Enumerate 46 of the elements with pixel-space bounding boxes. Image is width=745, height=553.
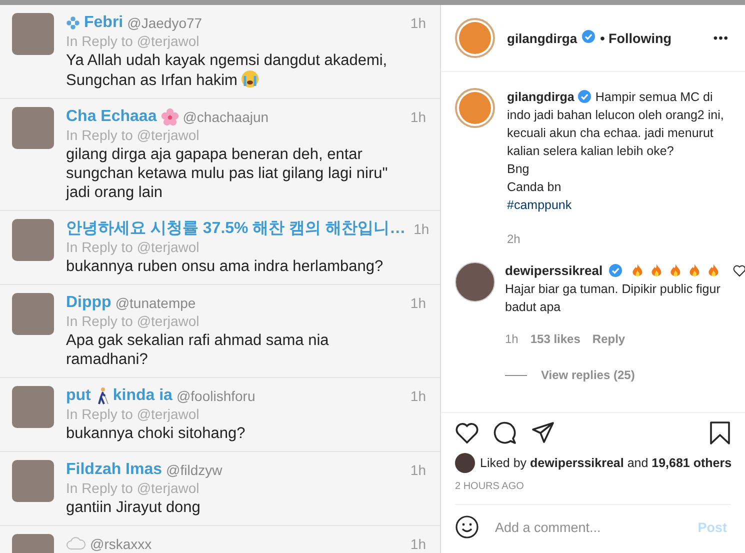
more-options-button[interactable]: ••• xyxy=(713,31,729,45)
user-handle: @Jaedyo77 xyxy=(127,14,202,30)
user-name[interactable]: put xyxy=(66,386,91,404)
reply-to-text: In Reply to @terjawol xyxy=(66,479,200,498)
user-name[interactable]: Dippp xyxy=(66,294,112,312)
tweet-time: 1h xyxy=(409,536,426,552)
commenter-username[interactable]: dewiperssikreal xyxy=(505,262,603,280)
reply-to-text: In Reply to @terjawol xyxy=(66,126,200,145)
user-handle: @chachaajun xyxy=(182,108,269,124)
comment-time: 1h xyxy=(505,331,518,348)
user-handle: @rskaxxx xyxy=(90,536,152,552)
reply-link[interactable]: Reply xyxy=(592,330,626,348)
user-name[interactable]: Cha Echaaa xyxy=(66,108,157,126)
view-replies-link[interactable]: View replies (25) xyxy=(541,366,635,384)
tweet-text: gilang dirga aja gapapa beneran deh, entar sungchan ketawa mulu pas liat gilang lagi niru" jadi orang lain xyxy=(66,145,389,202)
user-name[interactable]: 안녕하세요 시청률 37.5% 해찬 캠의 해찬입니… xyxy=(66,218,406,239)
tweet-time: 1h xyxy=(409,294,426,310)
post-age: 2 HOURS AGO xyxy=(455,481,731,505)
tweet-text: bukannya choki sitohang? xyxy=(66,424,246,443)
user-name[interactable]: Fildzah Imas xyxy=(66,460,162,478)
hashtag-link[interactable]: #camppunk xyxy=(507,196,731,214)
comment-text: Hajar biar ga tuman. Dipikir public figur badut apa xyxy=(505,281,722,316)
follow-status[interactable]: • Following xyxy=(600,30,672,46)
reply-to-text: In Reply to @terjawol xyxy=(66,405,200,424)
tweet-text: Ya Allah udah kayak ngemsi dangdut akademi, Sungchan as Irfan hakim xyxy=(66,51,388,90)
tweet-time: 1h xyxy=(409,388,426,404)
tweet-text: gantiin Jirayut dong xyxy=(66,498,202,517)
liked-by-text[interactable]: Liked by dewiperssikreal and 19,681 others xyxy=(480,456,732,470)
tweet-text: Apa gak sekalian rafi ahmad sama nia ramadhani? xyxy=(66,331,330,369)
tweet-time: 1h xyxy=(409,14,426,30)
user-handle: @foolishforu xyxy=(176,388,256,404)
tweet-time: 1h xyxy=(409,462,426,478)
tweet-time: 1h xyxy=(412,220,430,236)
user-handle: @tunatempe xyxy=(115,294,196,310)
user-handle: @fildzyw xyxy=(166,462,222,478)
user-name[interactable]: Febri xyxy=(84,14,124,32)
tweet-text: bukannya ruben onsu ama indra herlambang? xyxy=(66,257,384,276)
reply-to-text: In Reply to @terjawol xyxy=(66,32,200,51)
post-time: 2h xyxy=(507,231,522,248)
caption-text: gilangdirga Hampir semua MC di indo jadi bahan lelucon oleh orang2 ini, kecuali akun cha echaa. jadi menurut kalian selera kalian lebih oke? Bng Canda bn xyxy=(507,89,725,196)
comment-likes[interactable]: 153 likes xyxy=(530,330,580,348)
tweet-time: 1h xyxy=(409,108,426,124)
reply-to-text: In Reply to @terjawol xyxy=(66,238,200,257)
reply-to-text: In Reply to @terjawol xyxy=(66,312,200,331)
user-name[interactable]: kinda ia xyxy=(112,386,172,404)
username[interactable]: gilangdirga xyxy=(507,30,578,46)
